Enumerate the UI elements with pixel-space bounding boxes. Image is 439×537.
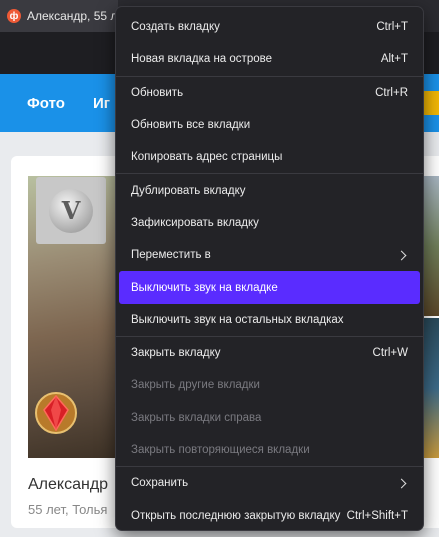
menu-item-4-1[interactable]: Открыть последнюю закрытую вкладку Ctrl+S…: [119, 499, 420, 531]
menu-item-label: Выключить звук на остальных вкладках: [131, 313, 344, 326]
menu-item-label: Копировать адрес страницы: [131, 151, 283, 164]
menu-item-label: Обновить: [131, 86, 184, 99]
menu-item-shortcut: Ctrl+Shift+T: [346, 509, 408, 522]
nav-link-games[interactable]: Иг: [93, 95, 110, 112]
menu-item-0-0[interactable]: Создать вкладку Ctrl+T: [119, 11, 420, 43]
menu-item-label: Дублировать вкладку: [131, 184, 246, 197]
menu-item-1-1[interactable]: Обновить все вкладки: [119, 109, 420, 141]
menu-item-label: Создать вкладку: [131, 21, 220, 34]
vip-badge-frame: V: [36, 177, 106, 244]
menu-item-label: Закрыть повторяющиеся вкладки: [131, 444, 310, 456]
menu-item-2-2[interactable]: Переместить в: [119, 239, 420, 271]
chevron-right-icon: [396, 250, 407, 261]
profile-meta: 55 лет, Толья: [28, 502, 108, 517]
menu-item-label: Зафиксировать вкладку: [131, 216, 259, 229]
menu-item-label: Закрыть вкладку: [131, 347, 221, 360]
menu-item-3-0[interactable]: Закрыть вкладку Ctrl+W: [119, 337, 420, 369]
menu-item-label: Закрыть вкладки справа: [131, 411, 262, 424]
nav-link-photo[interactable]: Фото: [27, 95, 65, 112]
browser-tab[interactable]: ф Александр, 55 лет: [0, 0, 118, 32]
vip-badge-icon: V: [49, 188, 93, 233]
menu-item-2-0[interactable]: Дублировать вкладку: [119, 174, 420, 206]
menu-item-label: Открыть последнюю закрытую вкладку: [131, 509, 341, 522]
menu-item-1-2[interactable]: Копировать адрес страницы: [119, 141, 420, 173]
menu-item-2-4[interactable]: Выключить звук на остальных вкладках: [119, 304, 420, 336]
menu-item-4-0[interactable]: Сохранить: [119, 467, 420, 499]
menu-item-3-2: Закрыть вкладки справа: [119, 402, 420, 434]
menu-item-label: Переместить в: [131, 249, 211, 262]
menu-item-shortcut: Ctrl+W: [372, 347, 408, 360]
menu-item-label: Новая вкладка на острове: [131, 53, 272, 66]
menu-item-1-0[interactable]: Обновить Ctrl+R: [119, 77, 420, 109]
menu-item-label: Сохранить: [131, 477, 189, 490]
site-favicon-icon: ф: [7, 9, 21, 23]
menu-item-shortcut: Alt+T: [380, 53, 408, 66]
menu-item-label: Закрыть другие вкладки: [131, 379, 260, 392]
menu-item-label: Обновить все вкладки: [131, 119, 251, 132]
menu-item-shortcut: Ctrl+R: [375, 86, 408, 99]
menu-item-label: Выключить звук на вкладке: [131, 281, 278, 294]
menu-item-2-3[interactable]: Выключить звук на вкладке: [119, 271, 420, 304]
menu-item-2-1[interactable]: Зафиксировать вкладку: [119, 207, 420, 239]
menu-item-shortcut: Ctrl+T: [376, 21, 408, 34]
menu-item-0-1[interactable]: Новая вкладка на острове Alt+T: [119, 43, 420, 75]
menu-item-3-1: Закрыть другие вкладки: [119, 369, 420, 401]
profile-name[interactable]: Александр: [28, 476, 108, 494]
chevron-right-icon: [396, 478, 407, 489]
menu-item-3-3: Закрыть повторяющиеся вкладки: [119, 434, 420, 466]
tab-context-menu: Создать вкладку Ctrl+T Новая вкладка на ос…: [115, 6, 424, 531]
tab-title: Александр, 55 лет: [27, 9, 118, 23]
ruby-gem-icon: [34, 386, 78, 440]
